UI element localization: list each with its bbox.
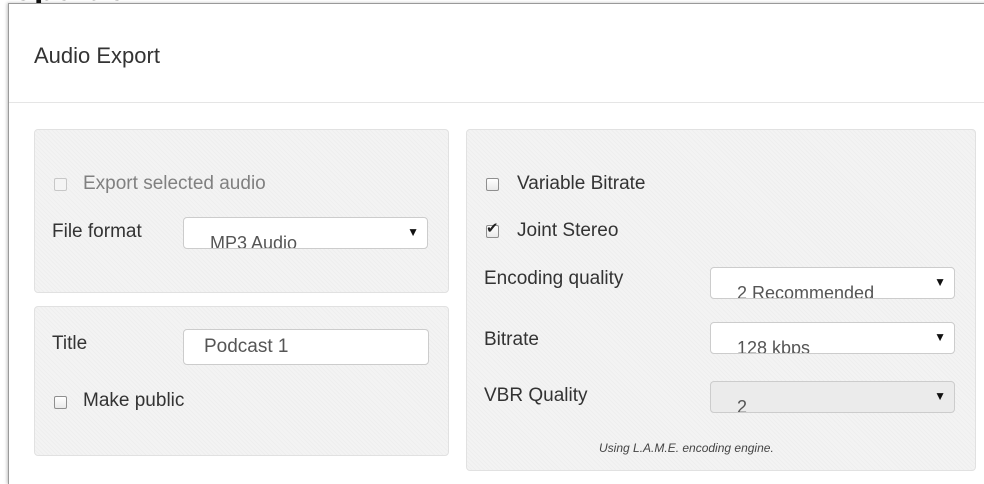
vbr-quality-value: 2 <box>737 397 748 413</box>
encoding-quality-select[interactable]: 2 Recommended ▼ <box>710 267 955 299</box>
variable-bitrate-checkbox[interactable] <box>486 178 499 191</box>
chevron-down-icon: ▼ <box>934 389 946 403</box>
encoding-quality-value: 2 Recommended <box>737 283 875 299</box>
file-format-label: File format <box>52 221 142 242</box>
file-format-select[interactable]: MP3 Audio ▼ <box>183 217 428 249</box>
encoding-options-panel: Variable Bitrate ✔ Joint Stereo Encoding… <box>466 129 976 471</box>
title-input[interactable] <box>183 329 429 365</box>
encoding-engine-note: Using L.A.M.E. encoding engine. <box>599 441 774 455</box>
chevron-down-icon: ▼ <box>934 275 946 289</box>
chevron-down-icon: ▼ <box>407 225 419 239</box>
vbr-quality-select[interactable]: 2 ▼ <box>710 381 955 413</box>
joint-stereo-checkbox[interactable]: ✔ <box>486 221 499 238</box>
export-options-panel: Export selected audio File format MP3 Au… <box>34 129 449 293</box>
make-public-label: Make public <box>83 390 185 411</box>
export-selected-label: Export selected audio <box>83 173 266 194</box>
metadata-panel: Title Make public <box>34 306 449 456</box>
bitrate-label: Bitrate <box>484 329 539 350</box>
chevron-down-icon: ▼ <box>934 330 946 344</box>
title-label: Title <box>52 333 88 354</box>
make-public-checkbox[interactable] <box>54 396 67 409</box>
variable-bitrate-label: Variable Bitrate <box>517 173 646 194</box>
dialog-title: Audio Export <box>34 43 160 68</box>
vbr-quality-label: VBR Quality <box>484 385 588 406</box>
audio-export-dialog: Audio Export Export selected audio File … <box>8 3 984 484</box>
export-selected-checkbox[interactable] <box>54 178 67 191</box>
encoding-quality-label: Encoding quality <box>484 268 624 289</box>
bitrate-value: 128 kbps <box>737 338 811 354</box>
file-format-value: MP3 Audio <box>210 233 298 249</box>
bitrate-select[interactable]: 128 kbps ▼ <box>710 322 955 354</box>
dialog-header: Audio Export <box>9 4 984 103</box>
checkmark-icon: ✔ <box>486 220 499 237</box>
joint-stereo-label: Joint Stereo <box>517 220 619 241</box>
